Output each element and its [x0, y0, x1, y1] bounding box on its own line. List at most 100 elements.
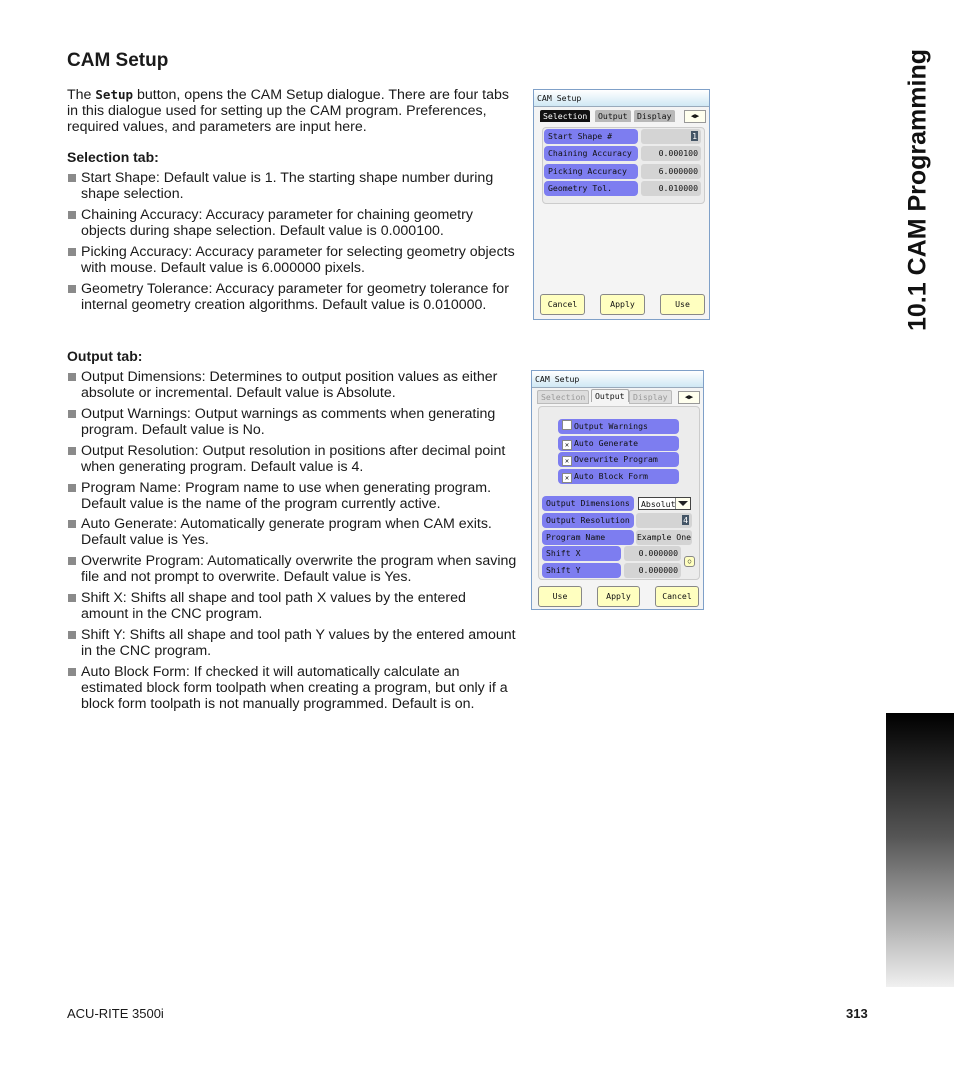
checkbox-label: Auto Generate — [574, 438, 639, 448]
picking-accuracy-input[interactable]: 6.000000 — [641, 164, 701, 179]
program-name-label: Program Name — [542, 530, 634, 545]
tab-scroll-arrows-icon[interactable]: ◀▶ — [678, 391, 700, 404]
shift-y-input[interactable]: 0.000000 — [624, 563, 681, 578]
bullet-square-icon — [68, 174, 76, 182]
bullet-text: Program Name: Program name to use when g… — [81, 480, 492, 513]
checkbox-label: Output Warnings — [574, 421, 648, 431]
page-number: 313 — [846, 1006, 868, 1021]
selection-heading: Selection tab: — [67, 149, 159, 165]
manual-page: CAM Setup The Setup button, opens the CA… — [0, 0, 954, 1091]
bullet-item: Program Name: Program name to use when g… — [67, 480, 517, 512]
start-shape-label: Start Shape # — [544, 129, 638, 144]
overwrite-program-checkbox[interactable]: ✕ Overwrite Program — [558, 452, 679, 467]
bullet-item: Output Resolution: Output resolution in … — [67, 443, 517, 475]
bullet-item: Start Shape: Default value is 1. The sta… — [67, 170, 517, 202]
section-title: CAM Setup — [67, 50, 169, 71]
checkbox-label: Auto Block Form — [574, 471, 648, 481]
output-resolution-input[interactable]: 4 — [636, 513, 692, 528]
checkbox-label: Overwrite Program — [574, 454, 658, 464]
bullet-square-icon — [68, 447, 76, 455]
cancel-button[interactable]: Cancel — [655, 586, 699, 607]
output-resolution-label: Output Resolution — [542, 513, 634, 528]
bullet-item: Output Warnings: Output warnings as comm… — [67, 406, 517, 438]
bullet-square-icon — [68, 248, 76, 256]
tab-output[interactable]: Output — [591, 389, 629, 402]
bullet-text: Output Warnings: Output warnings as comm… — [81, 406, 496, 439]
chapter-title-text: 10.1 CAM Programming — [903, 48, 932, 332]
cam-setup-dialog-selection: CAM Setup Selection Output Display ◀▶ St… — [533, 89, 710, 320]
bullet-square-icon — [68, 285, 76, 293]
chevron-down-icon — [675, 498, 690, 509]
program-name-input[interactable]: Example One — [636, 530, 692, 545]
bullet-square-icon — [68, 410, 76, 418]
dialog-title: CAM Setup — [534, 90, 709, 107]
cam-setup-dialog-output: CAM Setup Selection Output Display ◀▶ Ou… — [531, 370, 704, 610]
output-heading: Output tab: — [67, 348, 143, 364]
bullet-text: Start Shape: Default value is 1. The sta… — [81, 170, 494, 203]
output-dimensions-label: Output Dimensions — [542, 496, 634, 511]
tab-output[interactable]: Output — [595, 110, 631, 122]
picking-accuracy-label: Picking Accuracy — [544, 164, 638, 179]
bullet-text: Auto Generate: Automatically generate pr… — [81, 516, 492, 549]
shift-x-input[interactable]: 0.000000 — [624, 546, 681, 561]
intro-paragraph: The Setup button, opens the CAM Setup di… — [67, 87, 517, 136]
bullet-text: Geometry Tolerance: Accuracy parameter f… — [81, 281, 509, 314]
start-shape-input[interactable]: 1 — [641, 129, 701, 144]
use-button[interactable]: Use — [660, 294, 705, 315]
apply-button[interactable]: Apply — [597, 586, 640, 607]
chaining-accuracy-label: Chaining Accuracy — [544, 146, 638, 161]
tab-scroll-arrows-icon[interactable]: ◀▶ — [684, 110, 706, 123]
cancel-button[interactable]: Cancel — [540, 294, 585, 315]
bullet-item: Chaining Accuracy: Accuracy parameter fo… — [67, 207, 517, 239]
chaining-accuracy-input[interactable]: 0.000100 — [641, 146, 701, 161]
bullet-item: Auto Block Form: If checked it will auto… — [67, 664, 517, 713]
bullet-item: Shift Y: Shifts all shape and tool path … — [67, 627, 517, 659]
apply-button[interactable]: Apply — [600, 294, 645, 315]
chapter-side-title: 10.1 CAM Programming — [893, 40, 943, 340]
bullet-item: Auto Generate: Automatically generate pr… — [67, 516, 517, 548]
bullet-text: Chaining Accuracy: Accuracy parameter fo… — [81, 207, 473, 240]
bullet-item: Shift X: Shifts all shape and tool path … — [67, 590, 517, 622]
output-resolution-value: 4 — [682, 515, 689, 525]
bullet-text: Output Resolution: Output resolution in … — [81, 443, 506, 476]
bullet-item: Picking Accuracy: Accuracy parameter for… — [67, 244, 517, 276]
tab-selection[interactable]: Selection — [537, 390, 590, 404]
output-dimensions-dropdown[interactable]: Absolut — [638, 497, 691, 510]
bullet-text: Overwrite Program: Automatically overwri… — [81, 553, 517, 586]
auto-block-form-checkbox[interactable]: ✕ Auto Block Form — [558, 469, 679, 484]
tab-display[interactable]: Display — [629, 390, 672, 404]
checkbox-unchecked-icon — [562, 420, 572, 430]
bullet-text: Shift Y: Shifts all shape and tool path … — [81, 627, 516, 660]
checkbox-checked-icon: ✕ — [562, 456, 572, 466]
geometry-tol-label: Geometry Tol. — [544, 181, 638, 196]
bullet-square-icon — [68, 373, 76, 381]
bullet-text: Output Dimensions: Determines to output … — [81, 369, 498, 402]
dropdown-value: Absolut — [641, 499, 676, 509]
tab-selection[interactable]: Selection — [540, 110, 591, 122]
bullet-square-icon — [68, 557, 76, 565]
shift-y-label: Shift Y — [542, 563, 621, 578]
bullet-square-icon — [68, 594, 76, 602]
dialog-title: CAM Setup — [532, 371, 703, 388]
bullet-square-icon — [68, 211, 76, 219]
chapter-thumb-tab — [886, 713, 954, 987]
bullet-text: Picking Accuracy: Accuracy parameter for… — [81, 244, 515, 277]
intro-text: The — [67, 87, 96, 103]
geometry-tol-input[interactable]: 0.010000 — [641, 181, 701, 196]
tab-display[interactable]: Display — [634, 110, 675, 122]
footer-product: ACU-RITE 3500i — [67, 1006, 164, 1021]
bullet-square-icon — [68, 668, 76, 676]
shift-x-label: Shift X — [542, 546, 621, 561]
bullet-item: Output Dimensions: Determines to output … — [67, 369, 517, 401]
setup-button-word: Setup — [95, 87, 134, 102]
auto-generate-checkbox[interactable]: ✕ Auto Generate — [558, 436, 679, 451]
output-warnings-checkbox[interactable]: Output Warnings — [558, 419, 679, 434]
bullet-text: Shift X: Shifts all shape and tool path … — [81, 590, 466, 623]
bullet-text: Auto Block Form: If checked it will auto… — [81, 664, 508, 713]
shift-reset-icon[interactable]: ○ — [684, 556, 695, 567]
intro-text-rest: button, opens the CAM Setup dialogue. Th… — [67, 87, 509, 136]
use-button[interactable]: Use — [538, 586, 582, 607]
bullet-square-icon — [68, 520, 76, 528]
checkbox-checked-icon: ✕ — [562, 440, 572, 450]
bullet-item: Geometry Tolerance: Accuracy parameter f… — [67, 281, 517, 313]
